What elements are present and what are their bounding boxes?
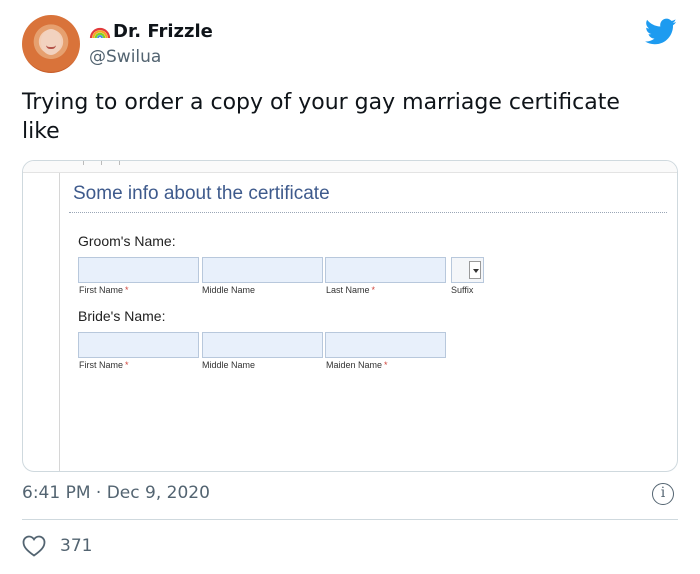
groom-last-name-input[interactable]: [325, 257, 446, 283]
bride-middle-name-input[interactable]: [202, 332, 323, 358]
groom-suffix-label: Suffix: [451, 285, 474, 295]
tweet-timestamp[interactable]: 6:41 PM · Dec 9, 2020: [22, 483, 210, 503]
edge-tick: [101, 161, 102, 165]
like-button[interactable]: 371: [22, 535, 92, 557]
info-icon[interactable]: i: [652, 483, 674, 505]
divider: [22, 519, 678, 520]
tweet-text: Trying to order a copy of your gay marri…: [22, 90, 620, 144]
form-left-border: [59, 173, 60, 471]
cropped-page-edge: [23, 161, 677, 173]
edge-tick: [119, 161, 120, 165]
bride-name-label: Bride's Name:: [78, 308, 166, 324]
avatar[interactable]: [22, 15, 80, 73]
form-title: Some info about the certificate: [73, 183, 330, 204]
rainbow-icon: [89, 25, 111, 39]
groom-first-name-label: First Name *: [79, 285, 129, 295]
bride-maiden-name-input[interactable]: [325, 332, 446, 358]
author-display-name[interactable]: Dr. Frizzle: [89, 21, 213, 42]
bride-middle-name-label: Middle Name: [202, 360, 256, 370]
author-handle[interactable]: @Swilua: [89, 47, 161, 67]
chevron-down-icon[interactable]: [469, 261, 481, 279]
like-count: 371: [60, 536, 93, 556]
edge-tick: [83, 161, 84, 165]
groom-suffix-select[interactable]: [451, 257, 484, 283]
bride-first-name-label: First Name *: [79, 360, 129, 370]
heart-icon: [22, 535, 46, 557]
form-title-rule: [69, 212, 667, 213]
display-name-text: Dr. Frizzle: [113, 21, 213, 42]
bride-maiden-name-label: Maiden Name *: [326, 360, 388, 370]
groom-middle-name-input[interactable]: [202, 257, 323, 283]
avatar-face: [41, 29, 61, 55]
tweet-media-image[interactable]: Some info about the certificate Groom's …: [22, 160, 678, 472]
twitter-bird-icon[interactable]: [644, 18, 677, 46]
groom-middle-name-label: Middle Name: [202, 285, 256, 295]
groom-name-label: Groom's Name:: [78, 233, 176, 249]
bride-first-name-input[interactable]: [78, 332, 199, 358]
groom-first-name-input[interactable]: [78, 257, 199, 283]
groom-last-name-label: Last Name *: [326, 285, 376, 295]
